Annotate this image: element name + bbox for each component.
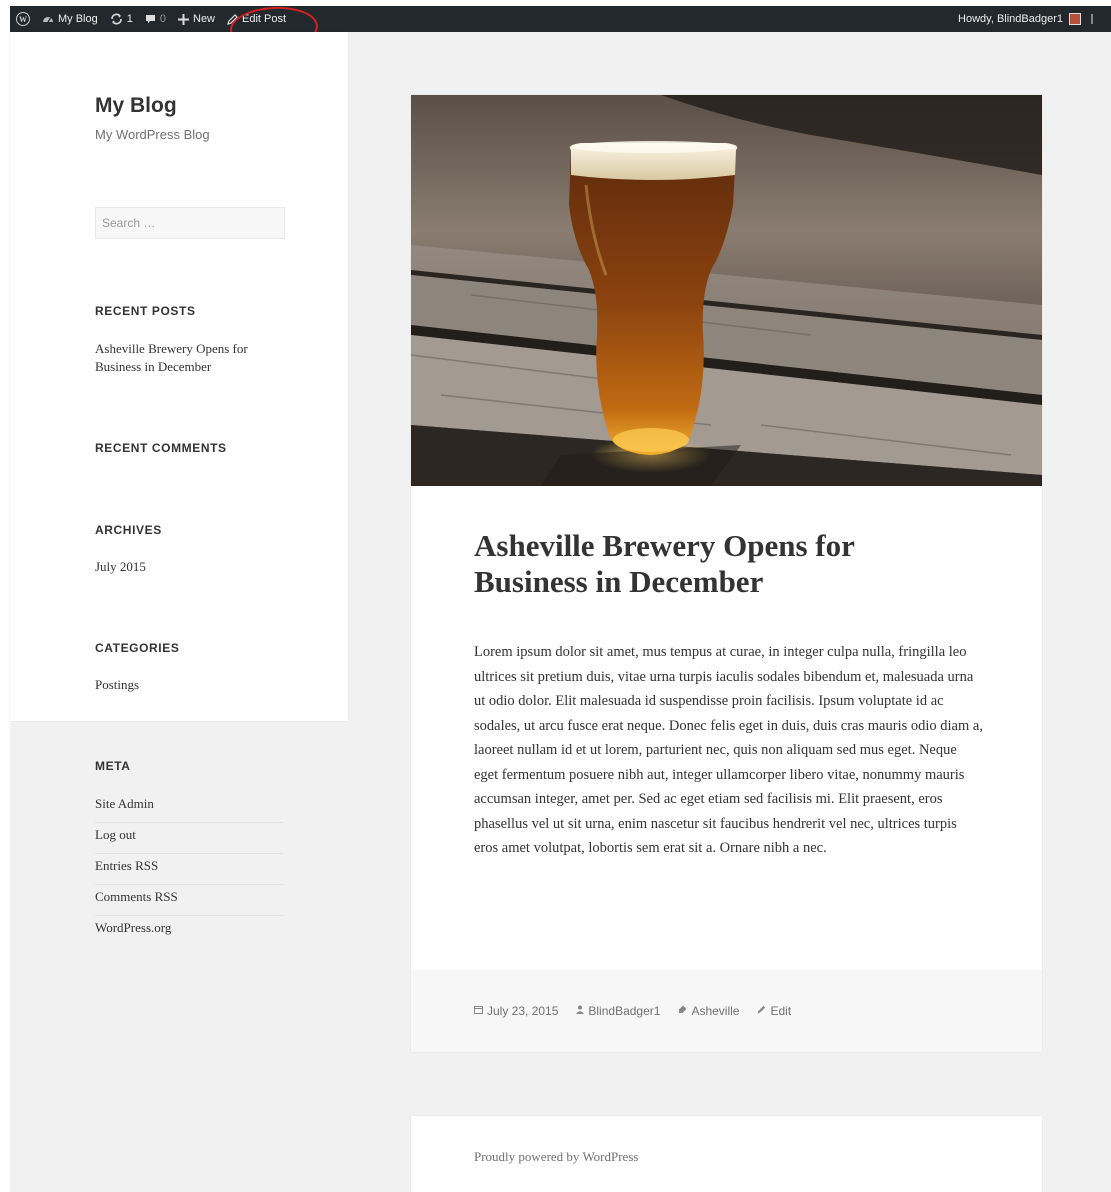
my-account-menu[interactable]: Howdy, BlindBadger1 [952,6,1081,32]
post-meta-footer: July 23, 2015 BlindBadger1 Asheville Edi… [411,970,1042,1052]
categories-title: CATEGORIES [95,641,180,655]
edit-post-label: Edit Post [242,13,287,25]
archive-link[interactable]: July 2015 [95,558,146,576]
meta-entries-rss-link[interactable]: Entries RSS [95,854,283,885]
post-date-label: July 23, 2015 [487,1004,559,1018]
site-description: My WordPress Blog [95,127,210,142]
new-content-menu[interactable]: New [172,6,221,32]
meta-title: META [95,759,131,773]
post-edit-link[interactable]: Edit [757,1004,791,1018]
updates-count: 1 [126,13,133,25]
meta-comments-rss-link[interactable]: Comments RSS [95,885,283,916]
post-date[interactable]: July 23, 2015 [474,1004,558,1018]
wordpress-logo-icon: W [16,12,30,26]
recent-posts-title: RECENT POSTS [95,304,196,318]
search-placeholder: Search … [102,216,156,230]
search-input[interactable]: Search … [95,207,285,239]
archives-title: ARCHIVES [95,523,162,537]
post-tag[interactable]: Asheville [678,1004,739,1018]
site-name-label: My Blog [58,13,98,25]
site-name-menu[interactable]: My Blog [36,6,104,32]
post-author[interactable]: BlindBadger1 [576,1004,660,1018]
admin-bar: W My Blog 1 0 New Edit Post Howdy, Blind… [10,6,1111,32]
meta-wordpress-org-link[interactable]: WordPress.org [95,916,283,947]
dashboard-icon [42,14,54,24]
category-link[interactable]: Postings [95,676,139,694]
comment-icon [145,14,156,25]
post-featured-image[interactable] [411,95,1042,486]
tag-icon [678,1005,687,1017]
meta-site-admin-link[interactable]: Site Admin [95,792,283,823]
post-content: Lorem ipsum dolor sit amet, mus tempus a… [474,644,983,856]
powered-by-link[interactable]: Proudly powered by WordPress [474,1149,638,1164]
page-canvas: My Blog My WordPress Blog Search … RECEN… [10,32,1111,1192]
meta-list: Site Admin Log out Entries RSS Comments … [95,792,283,947]
updates-menu[interactable]: 1 [104,6,139,32]
pencil-icon [227,13,238,25]
post-edit-label: Edit [770,1004,792,1018]
site-footer: Proudly powered by WordPress [411,1116,1042,1192]
avatar [1069,13,1081,25]
search-toggle-icon[interactable] [1091,14,1095,24]
recent-post-link[interactable]: Asheville Brewery Opens for Business in … [95,340,275,376]
post-tag-label: Asheville [691,1004,740,1018]
recent-comments-title: RECENT COMMENTS [95,441,227,455]
site-title[interactable]: My Blog [95,94,177,118]
wordpress-menu[interactable]: W [10,6,36,32]
howdy-label: Howdy, BlindBadger1 [958,13,1063,25]
meta-log-out-link[interactable]: Log out [95,823,283,854]
post-author-label: BlindBadger1 [588,1004,661,1018]
calendar-icon [474,1005,483,1017]
comments-menu[interactable]: 0 [139,6,172,32]
updates-icon [110,13,123,25]
comments-count: 0 [159,13,166,25]
post-article: Asheville Brewery Opens for Business in … [411,95,1042,1052]
pencil-icon [757,1005,766,1017]
edit-post-link[interactable]: Edit Post [221,6,292,32]
new-label: New [193,13,216,25]
plus-icon [178,13,189,25]
user-icon [576,1005,585,1017]
post-title[interactable]: Asheville Brewery Opens for Business in … [474,528,944,600]
